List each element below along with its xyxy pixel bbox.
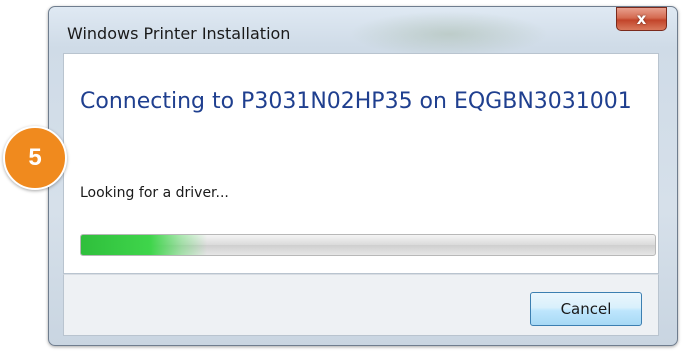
status-text: Looking for a driver... bbox=[80, 185, 229, 201]
progress-bar bbox=[80, 234, 656, 256]
printer-installation-window: Windows Printer Installation x Connectin… bbox=[48, 6, 678, 346]
progress-fill bbox=[81, 235, 208, 255]
window-title: Windows Printer Installation bbox=[67, 24, 291, 43]
title-bar-glass bbox=[349, 11, 549, 57]
close-icon: x bbox=[636, 9, 647, 28]
connection-heading: Connecting to P3031N02HP35 on EQGBN30310… bbox=[80, 89, 632, 114]
step-number-badge: 5 bbox=[3, 126, 67, 190]
dialog-content: Connecting to P3031N02HP35 on EQGBN30310… bbox=[63, 53, 659, 274]
cancel-button[interactable]: Cancel bbox=[530, 292, 642, 326]
close-button[interactable]: x bbox=[616, 7, 667, 31]
dialog-footer: Cancel bbox=[63, 274, 659, 336]
